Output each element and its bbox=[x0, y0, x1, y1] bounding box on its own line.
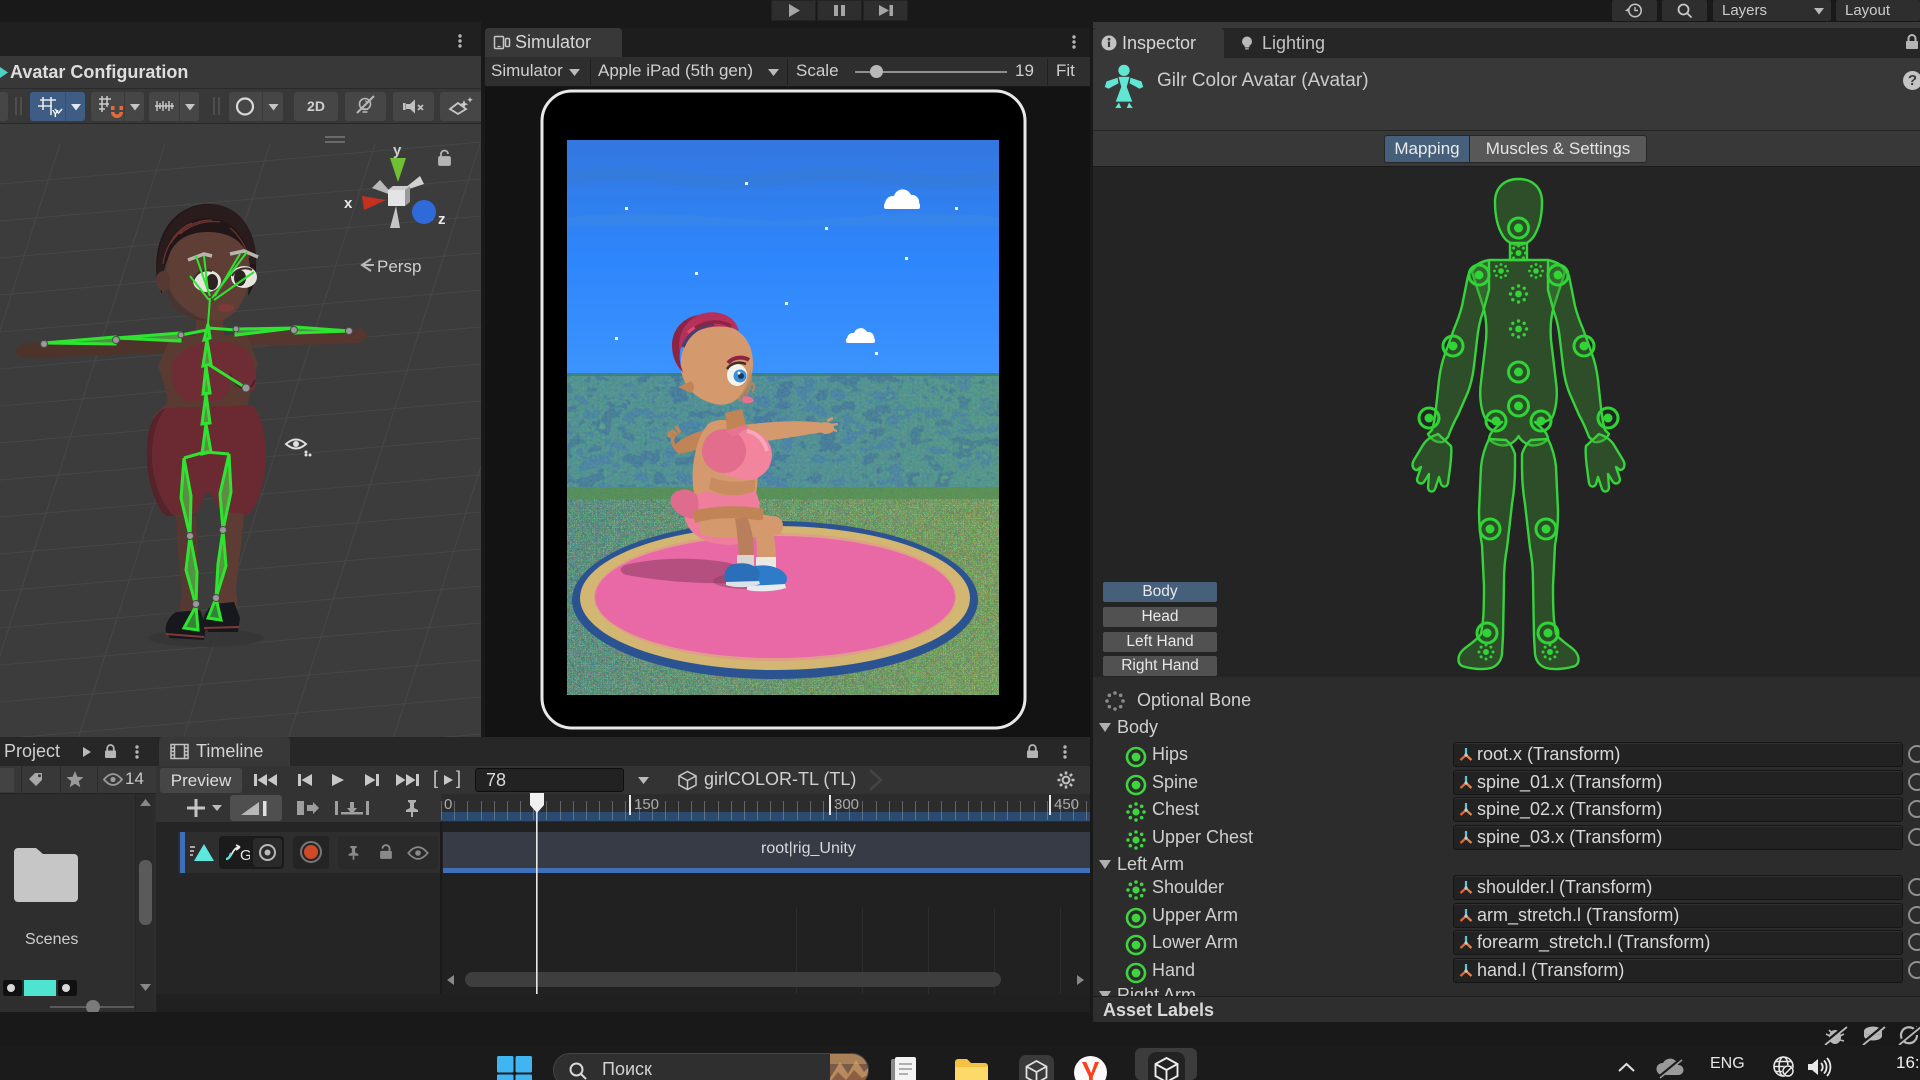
svg-text:Y: Y bbox=[52, 109, 59, 120]
svg-text:Persp: Persp bbox=[377, 257, 421, 276]
svg-text:150: 150 bbox=[634, 796, 659, 813]
svg-text:z: z bbox=[438, 211, 446, 228]
svg-text:G: G bbox=[240, 847, 250, 862]
svg-text:450: 450 bbox=[1054, 796, 1079, 813]
svg-text:0: 0 bbox=[444, 796, 452, 813]
svg-text:300: 300 bbox=[834, 796, 859, 813]
svg-text:y: y bbox=[393, 142, 402, 159]
svg-text:x: x bbox=[344, 195, 353, 212]
